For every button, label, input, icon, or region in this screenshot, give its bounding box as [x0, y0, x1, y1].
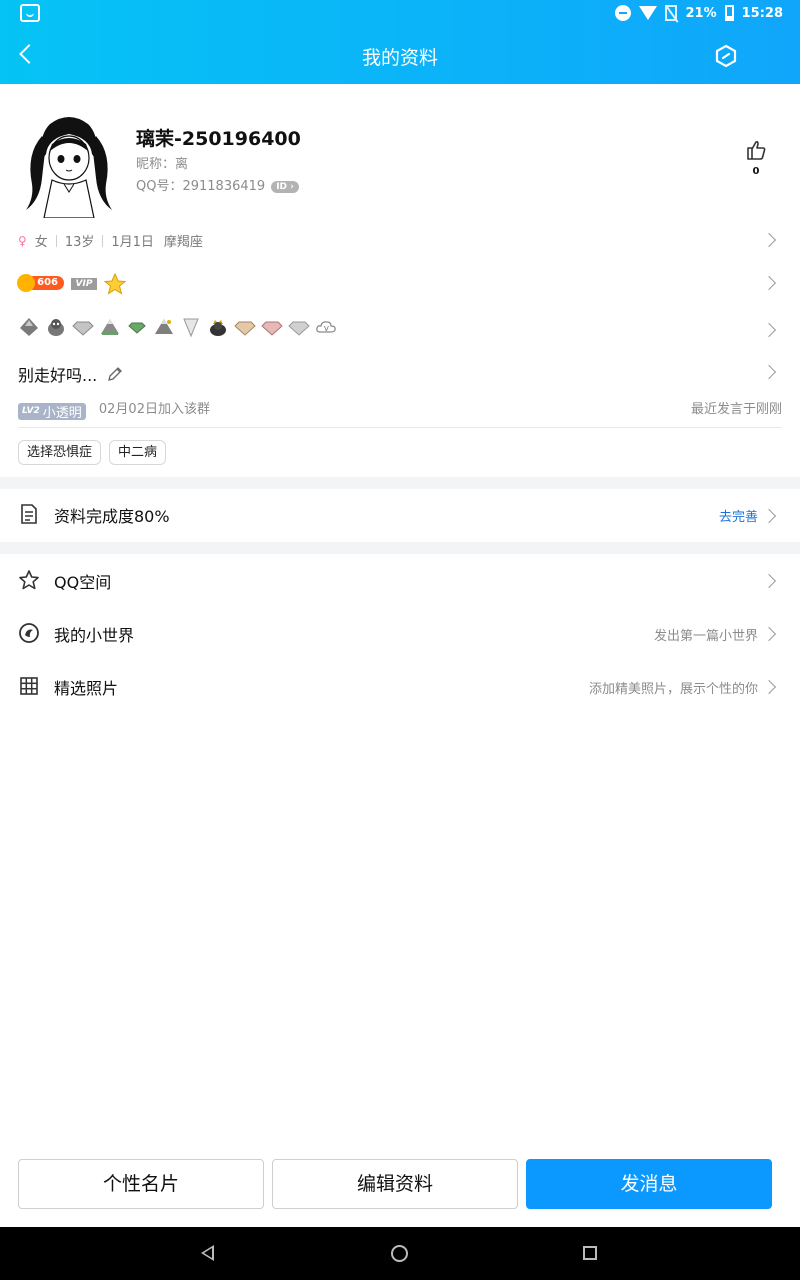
thumbs-up-icon	[747, 140, 766, 160]
featured-photos-label: 精选照片	[54, 679, 119, 698]
qzone-row[interactable]: QQ空间	[0, 555, 800, 607]
qzone-label: QQ空间	[54, 573, 112, 592]
nav-recents-icon[interactable]	[583, 1246, 597, 1260]
chevron-right-icon	[761, 322, 777, 338]
tag-item[interactable]: 选择恐惧症	[18, 440, 102, 465]
group-level-badge: LV2 小透明	[18, 402, 86, 421]
battery-percent: 21%	[685, 5, 717, 21]
completion-label: 资料完成度80%	[54, 507, 170, 526]
chevron-right-icon	[761, 626, 777, 642]
last-speak-time: 最近发言于刚刚	[690, 402, 782, 417]
badges-row[interactable]: V	[18, 316, 337, 338]
level-badge: 606	[17, 274, 64, 292]
diamond-badge-icon	[261, 321, 283, 336]
nav-back-icon[interactable]	[201, 1245, 214, 1261]
grid-icon	[20, 677, 38, 695]
shield-badge-icon	[183, 318, 199, 338]
section-gap	[0, 542, 800, 554]
penguin-badge-icon	[48, 319, 64, 336]
divider	[55, 234, 57, 247]
basic-info-row[interactable]: ♀ 女 13岁 1月1日 摩羯座	[18, 231, 782, 251]
tag-item[interactable]: 中二病	[109, 440, 167, 465]
small-world-hint: 发出第一篇小世界	[653, 628, 758, 644]
clock: 15:28	[741, 5, 783, 21]
profile-name: 璃茉-250196400	[136, 128, 301, 150]
chevron-right-icon	[761, 275, 777, 291]
diamond-badge-icon	[128, 322, 146, 334]
avatar[interactable]	[20, 114, 118, 218]
profile-completion-row[interactable]: 资料完成度80% 去完善	[0, 489, 800, 541]
profile-card-button[interactable]: 个性名片	[18, 1159, 264, 1209]
pencil-edit-icon[interactable]	[107, 366, 123, 382]
svg-text:V: V	[324, 325, 329, 333]
cloud-vip-badge-icon: V	[316, 321, 336, 333]
gender-text: 女	[34, 235, 48, 250]
mountain-badge-icon	[20, 318, 38, 336]
moon-circle-icon	[19, 623, 39, 643]
signature-row[interactable]: 别走好吗...	[18, 362, 123, 386]
star-outline-icon	[19, 570, 39, 590]
mountain-badge-icon	[155, 319, 173, 334]
header-bar: 21% 15:28 我的资料	[0, 0, 800, 84]
small-world-label: 我的小世界	[54, 626, 135, 645]
status-bar: 21% 15:28	[0, 0, 800, 28]
profile-qq-number: QQ号：2911836419 ID ›	[136, 175, 299, 194]
edit-profile-button[interactable]: 编辑资料	[272, 1159, 518, 1209]
page-title: 我的资料	[361, 47, 438, 69]
featured-photos-hint: 添加精美照片，展示个性的你	[588, 681, 758, 697]
chevron-right-icon	[761, 508, 777, 524]
featured-photos-row[interactable]: 精选照片 添加精美照片，展示个性的你	[0, 661, 800, 713]
signature-text: 别走好吗...	[18, 366, 98, 385]
send-message-button[interactable]: 发消息	[526, 1159, 772, 1209]
age-text: 13岁	[64, 235, 95, 250]
group-title: 小透明	[42, 405, 82, 421]
female-icon: ♀	[18, 233, 27, 248]
complete-profile-link[interactable]: 去完善	[719, 506, 758, 525]
star-badge-icon	[104, 273, 126, 295]
birthday-text: 1月1日	[111, 235, 154, 250]
tag-list: 选择恐惧症 中二病	[18, 440, 167, 465]
battery-icon	[724, 5, 734, 21]
qq-number-text: QQ号：2911836419	[136, 179, 266, 194]
vip-badge: VIP	[71, 278, 97, 290]
no-sim-icon	[665, 5, 678, 21]
profile-nickname: 昵称：离	[136, 157, 189, 172]
id-badge[interactable]: ID ›	[271, 181, 299, 193]
small-world-row[interactable]: 我的小世界 发出第一篇小世界	[0, 608, 800, 660]
chevron-right-icon	[761, 573, 777, 589]
id-badge-label: ID	[276, 182, 288, 192]
do-not-disturb-icon	[615, 5, 632, 21]
like-button[interactable]: 0	[740, 139, 772, 177]
divider	[18, 427, 782, 428]
notification-app-icon	[20, 4, 40, 22]
system-nav-bar	[0, 1227, 800, 1280]
chevron-right-icon	[761, 364, 777, 380]
crowned-penguin-badge-icon	[210, 320, 226, 336]
nav-home-icon[interactable]	[391, 1245, 408, 1262]
zodiac-text: 摩羯座	[163, 235, 203, 250]
group-info-row: LV2 小透明 02月02日加入该群 最近发言于刚刚	[18, 398, 782, 421]
group-joined-date: 02月02日加入该群	[98, 402, 210, 417]
section-gap	[0, 477, 800, 489]
wifi-icon	[639, 6, 658, 20]
diamond-badge-icon	[72, 321, 94, 336]
like-count: 0	[752, 166, 760, 177]
hexagon-more-icon[interactable]	[714, 44, 738, 68]
mountain-badge-icon	[101, 319, 119, 335]
document-icon	[21, 504, 37, 524]
divider	[102, 234, 104, 247]
status-icons: 21% 15:28	[615, 5, 783, 21]
group-level: LV2	[22, 406, 40, 416]
diamond-badge-icon	[234, 321, 256, 336]
chevron-right-icon	[761, 679, 777, 695]
diamond-badge-icon	[288, 321, 310, 336]
